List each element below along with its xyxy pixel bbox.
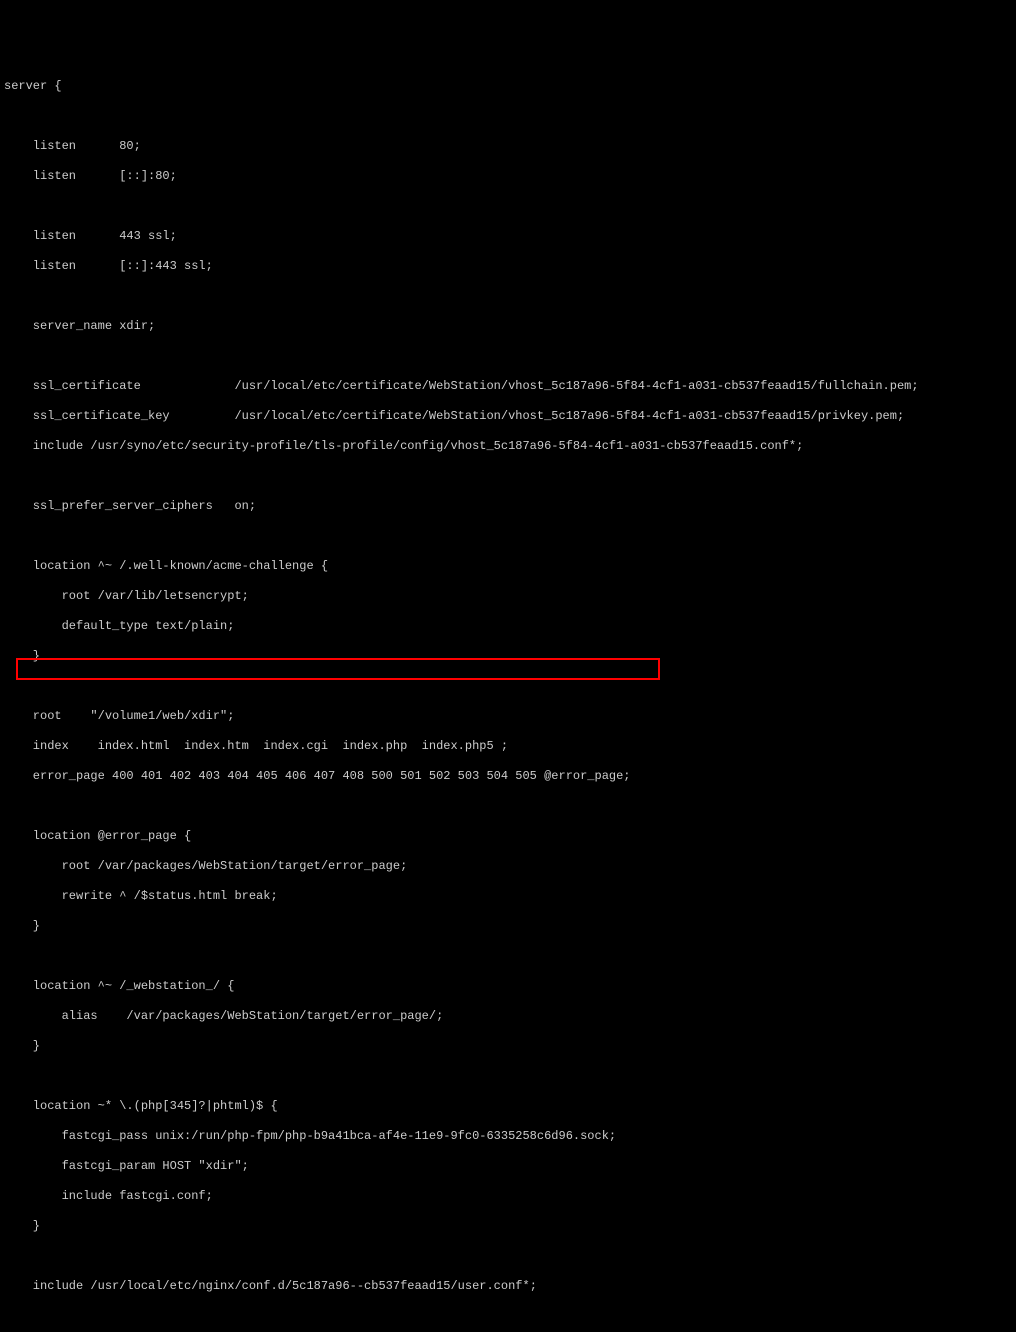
config-line: include /usr/syno/etc/security-profile/t… bbox=[4, 439, 1012, 454]
config-line bbox=[4, 1069, 1012, 1084]
config-line: } bbox=[4, 1219, 1012, 1234]
config-line: location ^~ /.well-known/acme-challenge … bbox=[4, 559, 1012, 574]
config-line: listen 443 ssl; bbox=[4, 229, 1012, 244]
config-line: fastcgi_param HOST "xdir"; bbox=[4, 1159, 1012, 1174]
config-line: server_name xdir; bbox=[4, 319, 1012, 334]
config-line bbox=[4, 1249, 1012, 1264]
include-path-prefix: include /usr/local/etc/nginx/conf.d/5c18… bbox=[4, 1279, 357, 1293]
config-line: ssl_certificate_key /usr/local/etc/certi… bbox=[4, 409, 1012, 424]
config-line bbox=[4, 799, 1012, 814]
config-line bbox=[4, 949, 1012, 964]
config-line: rewrite ^ /$status.html break; bbox=[4, 889, 1012, 904]
config-line bbox=[4, 289, 1012, 304]
config-line: fastcgi_pass unix:/run/php-fpm/php-b9a41… bbox=[4, 1129, 1012, 1144]
config-line: default_type text/plain; bbox=[4, 619, 1012, 634]
config-line: root /var/packages/WebStation/target/err… bbox=[4, 859, 1012, 874]
config-line: ssl_prefer_server_ciphers on; bbox=[4, 499, 1012, 514]
config-line bbox=[4, 109, 1012, 124]
config-line: } bbox=[4, 649, 1012, 664]
config-line: root /var/lib/letsencrypt; bbox=[4, 589, 1012, 604]
config-line: error_page 400 401 402 403 404 405 406 4… bbox=[4, 769, 1012, 784]
config-line: alias /var/packages/WebStation/target/er… bbox=[4, 1009, 1012, 1024]
config-line: listen [::]:443 ssl; bbox=[4, 259, 1012, 274]
config-line: location ~* \.(php[345]?|phtml)$ { bbox=[4, 1099, 1012, 1114]
terminal-output: server { listen 80; listen [::]:80; list… bbox=[4, 64, 1012, 1332]
config-line bbox=[4, 679, 1012, 694]
config-line: ssl_certificate /usr/local/etc/certifica… bbox=[4, 379, 1012, 394]
config-line: index index.html index.htm index.cgi ind… bbox=[4, 739, 1012, 754]
config-line bbox=[4, 529, 1012, 544]
config-line: } bbox=[4, 1039, 1012, 1054]
config-line: include fastcgi.conf; bbox=[4, 1189, 1012, 1204]
config-line bbox=[4, 469, 1012, 484]
config-line: listen 80; bbox=[4, 139, 1012, 154]
config-line bbox=[4, 1309, 1012, 1324]
include-path-suffix: -cb537feaad15/user.conf*; bbox=[357, 1279, 537, 1293]
config-line: root "/volume1/web/xdir"; bbox=[4, 709, 1012, 724]
highlighted-include-line: include /usr/local/etc/nginx/conf.d/5c18… bbox=[4, 1279, 1012, 1294]
config-line: listen [::]:80; bbox=[4, 169, 1012, 184]
config-line: location @error_page { bbox=[4, 829, 1012, 844]
config-line: location ^~ /_webstation_/ { bbox=[4, 979, 1012, 994]
config-line bbox=[4, 349, 1012, 364]
config-line: server { bbox=[4, 79, 1012, 94]
config-line bbox=[4, 199, 1012, 214]
config-line: } bbox=[4, 919, 1012, 934]
